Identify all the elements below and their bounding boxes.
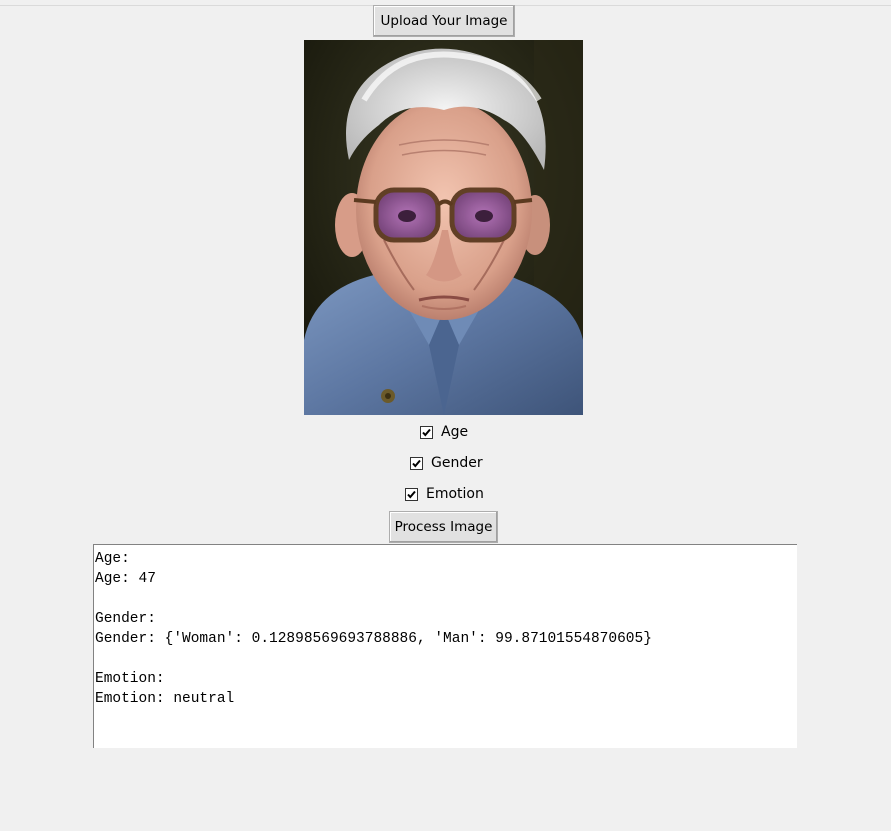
age-label: Age (441, 424, 469, 440)
emotion-option[interactable]: Emotion (405, 486, 484, 502)
gender-label: Gender (431, 455, 483, 471)
age-checkbox[interactable] (420, 425, 433, 439)
output-line: Gender: {'Woman': 0.12898569693788886, '… (95, 631, 652, 647)
checkmark-icon (412, 459, 421, 468)
checkmark-icon (422, 428, 431, 437)
age-option[interactable]: Age (420, 424, 468, 440)
checkmark-icon (407, 490, 416, 499)
emotion-checkbox[interactable] (405, 487, 418, 501)
process-image-button[interactable]: Process Image (389, 511, 498, 543)
gender-checkbox[interactable] (410, 456, 423, 470)
output-line: Emotion: neutral (95, 691, 235, 707)
output-line: Age: (95, 551, 130, 567)
output-line: Emotion: (95, 671, 165, 687)
emotion-label: Emotion (426, 486, 484, 502)
gender-option[interactable]: Gender (410, 455, 483, 471)
uploaded-image (304, 40, 583, 415)
upload-image-button[interactable]: Upload Your Image (373, 5, 515, 37)
output-line: Age: 47 (95, 571, 156, 587)
output-line: Gender: (95, 611, 156, 627)
results-text-area[interactable]: Age: Age: 47 Gender: Gender: {'Woman': 0… (93, 544, 797, 748)
